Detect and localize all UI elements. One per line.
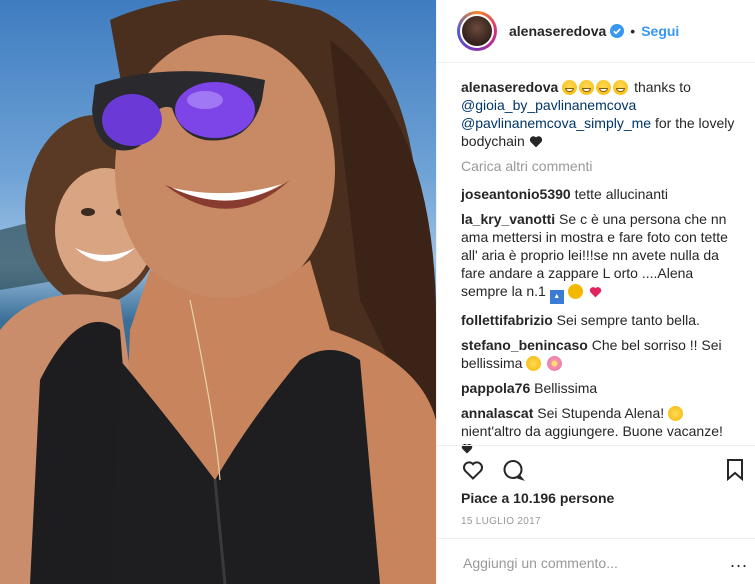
comment-input[interactable]	[461, 551, 715, 575]
top-emoji-icon: ▲	[549, 290, 564, 304]
comment-text: tette allucinanti	[570, 186, 668, 202]
comment-username[interactable]: follettifabrizio	[461, 312, 553, 328]
blossom-emoji-icon	[547, 356, 563, 371]
caption-text: thanks to	[630, 79, 691, 95]
comment-username[interactable]: annalascat	[461, 405, 533, 421]
comment: la_kry_vanotti Se c è una persona che nn…	[461, 210, 741, 304]
mention-link[interactable]: @gioia_by_pavlinanemcova	[461, 97, 636, 113]
comment-username[interactable]: joseantonio5390	[461, 186, 571, 202]
post-author-username[interactable]: alenaseredova	[509, 23, 606, 39]
load-more-comments-link[interactable]: Carica altri commenti	[461, 157, 741, 175]
caption: alenaseredova thanks to @gioia_by_pavlin…	[461, 78, 741, 150]
follow-button[interactable]: Segui	[641, 23, 679, 39]
more-options-icon[interactable]: ...	[730, 551, 748, 572]
heart-icon[interactable]	[461, 458, 485, 482]
bookmark-icon[interactable]	[725, 458, 745, 482]
comments-list: alenaseredova thanks to @gioia_by_pavlin…	[461, 78, 741, 465]
comment-username[interactable]: la_kry_vanotti	[461, 211, 555, 227]
post-header: alenaseredova • Segui	[437, 0, 755, 63]
comment-username[interactable]: stefano_benincaso	[461, 337, 588, 353]
caption-username[interactable]: alenaseredova	[461, 79, 558, 95]
mention-link[interactable]: @pavlinanemcova_simply_me	[461, 115, 651, 131]
comment-text: Sei sempre tanto bella.	[552, 312, 700, 328]
comment-icon[interactable]	[501, 458, 525, 482]
avatar[interactable]	[457, 11, 497, 51]
likes-count[interactable]: Piace a 10.196 persone	[461, 490, 614, 506]
photo-illustration	[0, 0, 436, 584]
post-date: 15 LUGLIO 2017	[461, 516, 541, 527]
comment-form: ...	[437, 538, 755, 585]
blush-emoji-icon	[526, 356, 542, 371]
black-heart-icon	[529, 136, 542, 148]
kiss-emoji-icon	[567, 284, 583, 299]
post-sidebar: alenaseredova • Segui alenaseredova than…	[436, 0, 755, 584]
comment-text: Sei Stupenda Alena!	[533, 405, 669, 421]
comment-username[interactable]: pappola76	[461, 380, 530, 396]
comment-text: Bellissima	[530, 380, 598, 396]
action-bar	[437, 445, 755, 496]
separator: •	[630, 23, 636, 39]
comment: pappola76 Bellissima	[461, 379, 741, 397]
comment: follettifabrizio Sei sempre tanto bella.	[461, 311, 741, 329]
red-heart-icon	[589, 287, 601, 298]
caption-emojis	[562, 79, 630, 95]
comment: joseantonio5390 tette allucinanti	[461, 185, 741, 203]
heart-eyes-emoji-icon	[668, 406, 684, 421]
post-photo[interactable]	[0, 0, 436, 584]
comment-text: nient'altro da aggiungere. Buone vacanze…	[461, 423, 723, 439]
comment: stefano_benincaso Che bel sorriso !! Sei…	[461, 336, 741, 372]
verified-icon	[610, 24, 625, 38]
